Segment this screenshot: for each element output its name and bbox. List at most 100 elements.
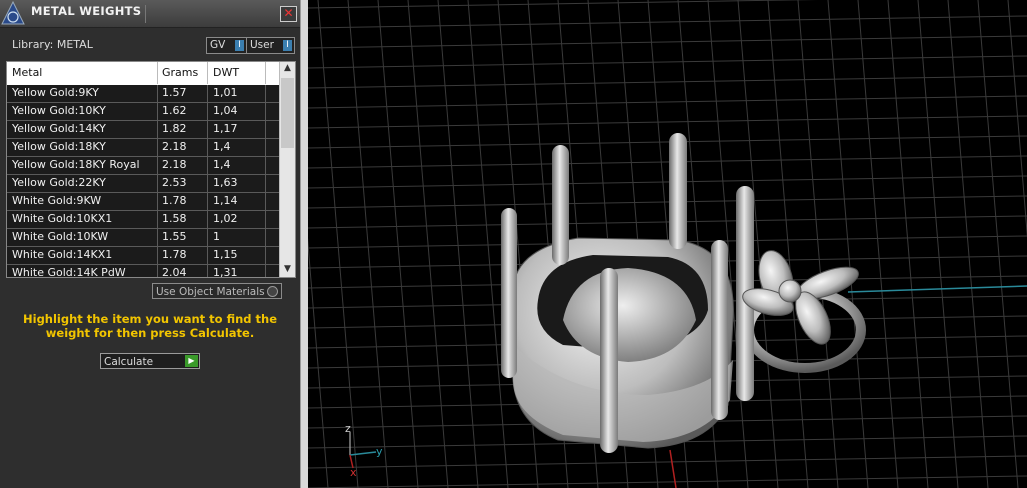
cell-grams: 1.57 <box>162 86 187 99</box>
cell-dwt: 1,02 <box>213 212 238 225</box>
grid-line <box>308 35 1027 49</box>
table-row[interactable]: White Gold:14KX1 1.78 1,15 <box>7 247 279 265</box>
grid-line <box>437 0 479 488</box>
cell-divider <box>157 265 158 277</box>
scroll-down-icon[interactable]: ▼ <box>282 264 293 276</box>
table-row[interactable]: Yellow Gold:10KY 1.62 1,04 <box>7 103 279 121</box>
column-divider[interactable] <box>207 62 208 84</box>
cell-metal: Yellow Gold:9KY <box>12 86 99 99</box>
cell-grams: 2.53 <box>162 176 187 189</box>
table-row[interactable]: Yellow Gold:14KY 1.82 1,17 <box>7 121 279 139</box>
grid-line <box>947 0 989 488</box>
table-body: Yellow Gold:9KY 1.57 1,01 Yellow Gold:10KY 1… <box>7 85 279 278</box>
cell-grams: 2.18 <box>162 140 187 153</box>
cell-divider <box>265 193 266 210</box>
cell-grams: 1.62 <box>162 104 187 117</box>
cell-divider <box>157 157 158 174</box>
table-row[interactable]: Yellow Gold:22KY 2.53 1,63 <box>7 175 279 193</box>
grid-line <box>308 195 1027 209</box>
cell-dwt: 1 <box>213 230 220 243</box>
grid-line <box>917 0 959 488</box>
grid-line <box>308 55 1027 69</box>
table-row[interactable]: Yellow Gold:9KY 1.57 1,01 <box>7 85 279 103</box>
play-arrow-icon: ▶ <box>185 355 198 367</box>
radio-icon[interactable] <box>267 286 278 297</box>
table-row[interactable]: White Gold:10KW 1.55 1 <box>7 229 279 247</box>
cell-metal: Yellow Gold:18KY <box>12 140 106 153</box>
cell-dwt: 1,15 <box>213 248 238 261</box>
cell-divider <box>207 175 208 192</box>
viewport-canvas[interactable]: z y x <box>308 0 1027 488</box>
app-logo-icon <box>1 0 25 25</box>
column-header-grams[interactable]: Grams <box>162 66 198 79</box>
scroll-up-icon[interactable]: ▲ <box>282 63 293 75</box>
calculate-button[interactable]: Calculate ▶ <box>100 353 200 369</box>
cell-divider <box>207 211 208 228</box>
cell-metal: White Gold:14K PdW <box>12 266 126 278</box>
cell-divider <box>157 211 158 228</box>
gv-button[interactable]: GV I <box>206 37 247 54</box>
grid-line <box>797 0 839 488</box>
grid-line <box>308 175 1027 189</box>
table-row[interactable]: White Gold:9KW 1.78 1,14 <box>7 193 279 211</box>
cell-divider <box>207 247 208 264</box>
table-scrollbar[interactable]: ▲ ▼ <box>279 62 295 277</box>
user-button[interactable]: User I <box>246 37 295 54</box>
cell-grams: 1.78 <box>162 248 187 261</box>
grid-line <box>977 0 1019 488</box>
cell-divider <box>157 85 158 102</box>
grid-line <box>308 0 818 9</box>
grid-line <box>308 475 1027 488</box>
column-header-metal[interactable]: Metal <box>12 66 42 79</box>
column-divider[interactable] <box>265 62 266 84</box>
y-axis-line <box>847 285 1027 293</box>
metal-table: Metal Grams DWT Yellow Gold:9KY 1.57 1,01 Y… <box>6 61 296 278</box>
cell-divider <box>207 139 208 156</box>
calculate-label: Calculate <box>104 356 154 368</box>
cell-metal: White Gold:10KX1 <box>12 212 113 225</box>
grid-line <box>857 0 899 488</box>
ring-model[interactable] <box>501 133 866 453</box>
cell-metal: White Gold:10KW <box>12 230 109 243</box>
grid-line <box>308 215 1027 229</box>
grid-line <box>377 0 419 488</box>
table-row[interactable]: White Gold:14K PdW 2.04 1,31 <box>7 265 279 278</box>
grid-line <box>308 155 1027 169</box>
table-row[interactable]: Yellow Gold:18KY Royal 2.18 1,4 <box>7 157 279 175</box>
cell-divider <box>157 103 158 120</box>
cell-dwt: 1,01 <box>213 86 238 99</box>
column-divider[interactable] <box>157 62 158 84</box>
close-button[interactable]: ✕ <box>280 6 297 22</box>
cell-grams: 1.78 <box>162 194 187 207</box>
cell-dwt: 1,04 <box>213 104 238 117</box>
table-row[interactable]: Yellow Gold:18KY 2.18 1,4 <box>7 139 279 157</box>
title-separator <box>145 5 146 23</box>
cell-dwt: 1,4 <box>213 158 231 171</box>
user-button-label: User <box>250 39 274 51</box>
use-object-materials-option[interactable]: Use Object Materials <box>152 283 282 299</box>
cell-metal: White Gold:9KW <box>12 194 102 207</box>
grid-line <box>767 0 809 488</box>
3d-viewport[interactable]: z y x <box>308 0 1027 488</box>
panel-title: METAL WEIGHTS <box>31 4 142 18</box>
grid-line <box>827 0 869 488</box>
cell-divider <box>157 247 158 264</box>
cell-grams: 2.04 <box>162 266 187 278</box>
cell-divider <box>265 229 266 246</box>
cell-divider <box>265 85 266 102</box>
use-object-materials-label: Use Object Materials <box>156 286 265 298</box>
panel-titlebar[interactable]: METAL WEIGHTS ✕ <box>0 0 300 28</box>
cell-metal: Yellow Gold:18KY Royal <box>12 158 140 171</box>
column-header-dwt[interactable]: DWT <box>213 66 239 79</box>
cell-divider <box>265 139 266 156</box>
cell-divider <box>265 175 266 192</box>
cell-metal: Yellow Gold:10KY <box>12 104 106 117</box>
grid-line <box>347 0 389 488</box>
cell-divider <box>207 121 208 138</box>
table-row[interactable]: White Gold:10KX1 1.58 1,02 <box>7 211 279 229</box>
grid-line <box>887 0 929 488</box>
cell-divider <box>157 229 158 246</box>
scroll-thumb[interactable] <box>281 78 294 148</box>
grid-line <box>308 75 1027 89</box>
gv-toggle-icon: I <box>235 40 244 51</box>
